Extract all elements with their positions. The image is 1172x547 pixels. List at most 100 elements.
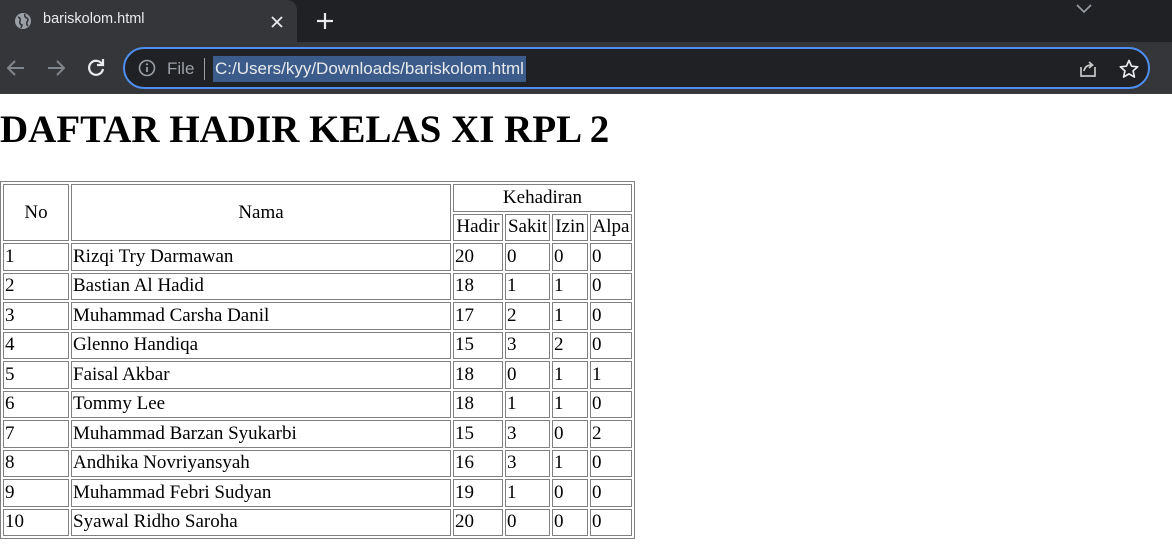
cell-no: 1 [3,243,69,271]
table-row: 9 Muhammad Febri Sudyan 19 1 0 0 [3,479,632,507]
cell-no: 2 [3,272,69,300]
cell-izin: 0 [552,243,588,271]
table-row: 2 Bastian Al Hadid 18 1 1 0 [3,272,632,300]
header-izin: Izin [552,213,588,241]
scheme-divider [204,58,205,80]
page-heading: DAFTAR HADIR KELAS XI RPL 2 [0,108,610,151]
table-body: 1 Rizqi Try Darmawan 20 0 0 0 2 Bastian … [3,243,632,536]
cell-sakit: 0 [505,508,550,536]
cell-sakit: 2 [505,302,550,330]
cell-nama: Muhammad Febri Sudyan [71,479,451,507]
header-alpa: Alpa [590,213,632,241]
cell-nama: Muhammad Barzan Syukarbi [71,420,451,448]
header-hadir: Hadir [453,213,503,241]
cell-nama: Andhika Novriyansyah [71,449,451,477]
cell-alpa: 0 [590,449,632,477]
header-kehadiran: Kehadiran [453,184,632,212]
share-icon[interactable] [1077,58,1099,80]
cell-izin: 1 [552,302,588,330]
plus-icon[interactable] [312,9,338,33]
page-content: DAFTAR HADIR KELAS XI RPL 2 No Nama Keha… [0,95,1172,547]
info-icon[interactable] [138,59,156,77]
star-icon[interactable] [1118,58,1140,80]
cell-sakit: 3 [505,449,550,477]
cell-no: 3 [3,302,69,330]
header-sakit: Sakit [505,213,550,241]
back-arrow-icon[interactable] [4,56,28,80]
cell-sakit: 3 [505,331,550,359]
cell-sakit: 3 [505,420,550,448]
url-text[interactable]: C:/Users/kyy/Downloads/bariskolom.html [213,56,526,82]
attendance-table: No Nama Kehadiran Hadir Sakit Izin Alpa … [0,181,635,539]
forward-arrow-icon[interactable] [44,56,68,80]
cell-no: 10 [3,508,69,536]
cell-hadir: 18 [453,361,503,389]
cell-izin: 1 [552,272,588,300]
header-no: No [3,184,69,241]
cell-alpa: 0 [590,272,632,300]
table-row: 5 Faisal Akbar 18 0 1 1 [3,361,632,389]
cell-sakit: 1 [505,390,550,418]
cell-izin: 0 [552,479,588,507]
cell-no: 8 [3,449,69,477]
cell-alpa: 0 [590,390,632,418]
chevron-down-icon[interactable] [1073,0,1095,18]
cell-sakit: 1 [505,479,550,507]
header-nama: Nama [71,184,451,241]
cell-no: 5 [3,361,69,389]
close-icon[interactable] [266,11,288,33]
cell-nama: Rizqi Try Darmawan [71,243,451,271]
cell-hadir: 17 [453,302,503,330]
cell-sakit: 0 [505,361,550,389]
cell-hadir: 18 [453,272,503,300]
tab-title: bariskolom.html [43,11,145,27]
table-row: 1 Rizqi Try Darmawan 20 0 0 0 [3,243,632,271]
header-row-1: No Nama Kehadiran [3,184,632,241]
address-bar[interactable]: File C:/Users/kyy/Downloads/bariskolom.h… [123,47,1150,89]
table-row: 10 Syawal Ridho Saroha 20 0 0 0 [3,508,632,536]
reload-icon[interactable] [84,56,108,80]
cell-alpa: 0 [590,331,632,359]
cell-nama: Glenno Handiqa [71,331,451,359]
cell-izin: 0 [552,420,588,448]
cell-hadir: 15 [453,420,503,448]
table-row: 6 Tommy Lee 18 1 1 0 [3,390,632,418]
cell-sakit: 0 [505,243,550,271]
cell-nama: Faisal Akbar [71,361,451,389]
cell-izin: 1 [552,390,588,418]
cell-alpa: 0 [590,508,632,536]
table-row: 4 Glenno Handiqa 15 3 2 0 [3,331,632,359]
cell-izin: 2 [552,331,588,359]
cell-no: 6 [3,390,69,418]
cell-hadir: 16 [453,449,503,477]
table-row: 7 Muhammad Barzan Syukarbi 15 3 0 2 [3,420,632,448]
table-row: 8 Andhika Novriyansyah 16 3 1 0 [3,449,632,477]
cell-alpa: 0 [590,479,632,507]
cell-alpa: 1 [590,361,632,389]
cell-alpa: 0 [590,243,632,271]
cell-no: 9 [3,479,69,507]
cell-nama: Syawal Ridho Saroha [71,508,451,536]
tab-strip: bariskolom.html [0,0,1172,42]
cell-hadir: 20 [453,243,503,271]
cell-nama: Muhammad Carsha Danil [71,302,451,330]
cell-sakit: 1 [505,272,550,300]
cell-hadir: 15 [453,331,503,359]
cell-hadir: 18 [453,390,503,418]
cell-hadir: 19 [453,479,503,507]
globe-icon [14,12,32,30]
cell-nama: Tommy Lee [71,390,451,418]
toolbar: File C:/Users/kyy/Downloads/bariskolom.h… [0,42,1172,121]
cell-izin: 1 [552,361,588,389]
cell-nama: Bastian Al Hadid [71,272,451,300]
cell-alpa: 2 [590,420,632,448]
cell-hadir: 20 [453,508,503,536]
scheme-label: File [167,59,195,78]
cell-no: 4 [3,331,69,359]
cell-izin: 1 [552,449,588,477]
cell-no: 7 [3,420,69,448]
active-tab[interactable]: bariskolom.html [0,0,297,42]
cell-izin: 0 [552,508,588,536]
table-row: 3 Muhammad Carsha Danil 17 2 1 0 [3,302,632,330]
cell-alpa: 0 [590,302,632,330]
